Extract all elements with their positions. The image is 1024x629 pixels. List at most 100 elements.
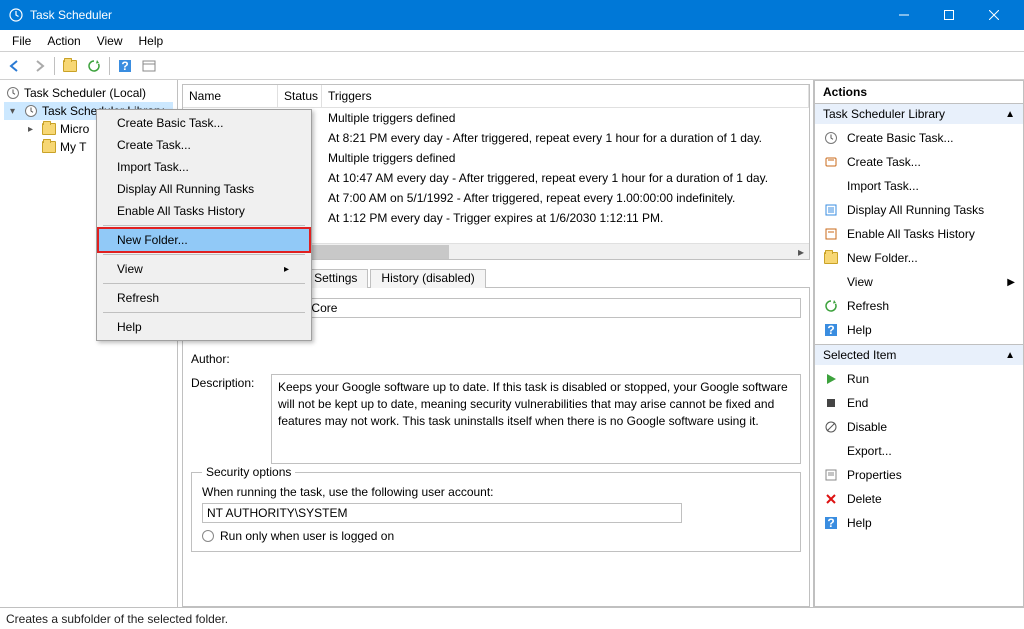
tree-root-label: Task Scheduler (Local) <box>24 86 146 100</box>
expand-icon[interactable]: ▸ <box>28 124 38 135</box>
properties-icon <box>823 467 839 483</box>
radio-icon <box>202 530 214 542</box>
cm-separator <box>103 225 305 226</box>
col-triggers[interactable]: Triggers <box>322 85 809 107</box>
radio-label: Run only when user is logged on <box>220 529 394 543</box>
action-create-task[interactable]: Create Task... <box>815 150 1023 174</box>
help-icon: ? <box>823 515 839 531</box>
action-delete[interactable]: Delete <box>815 487 1023 511</box>
action-end[interactable]: End <box>815 391 1023 415</box>
actions-section-library[interactable]: Task Scheduler Library ▲ <box>814 104 1024 124</box>
run-only-logged-on-radio[interactable]: Run only when user is logged on <box>202 529 790 543</box>
cm-view[interactable]: View▸ <box>99 258 309 280</box>
menu-help[interactable]: Help <box>131 32 172 50</box>
action-run[interactable]: Run <box>815 367 1023 391</box>
close-button[interactable] <box>971 0 1016 30</box>
refresh-icon <box>823 298 839 314</box>
action-import-task[interactable]: Import Task... <box>815 174 1023 198</box>
tree-root[interactable]: Task Scheduler (Local) <box>4 84 173 102</box>
menubar: File Action View Help <box>0 30 1024 52</box>
security-options: Security options When running the task, … <box>191 472 801 552</box>
action-refresh[interactable]: Refresh <box>815 294 1023 318</box>
stop-icon <box>823 395 839 411</box>
tab-settings[interactable]: Settings <box>303 269 368 288</box>
actions-list-library: Create Basic Task... Create Task... Impo… <box>814 124 1024 345</box>
action-help[interactable]: ?Help <box>815 318 1023 342</box>
toolbar-pane-icon[interactable] <box>138 55 160 77</box>
account-field: NT AUTHORITY\SYSTEM <box>202 503 682 523</box>
submenu-icon: ▸ <box>284 264 289 275</box>
svg-text:?: ? <box>827 323 834 337</box>
clock-icon <box>24 104 38 118</box>
expand-icon[interactable]: ▾ <box>10 106 20 117</box>
toolbar-separator <box>109 57 110 75</box>
play-icon <box>823 371 839 387</box>
action-create-basic-task[interactable]: Create Basic Task... <box>815 126 1023 150</box>
cm-separator <box>103 283 305 284</box>
security-options-legend: Security options <box>202 465 295 479</box>
help-icon: ? <box>823 322 839 338</box>
history-icon <box>823 226 839 242</box>
blank-icon <box>823 274 839 290</box>
toolbar: ? <box>0 52 1024 80</box>
cm-enable-history[interactable]: Enable All Tasks History <box>99 200 309 222</box>
clock-icon <box>6 86 20 100</box>
action-help[interactable]: ?Help <box>815 511 1023 535</box>
cm-create-basic-task[interactable]: Create Basic Task... <box>99 112 309 134</box>
action-enable-history[interactable]: Enable All Tasks History <box>815 222 1023 246</box>
location-value: \ <box>271 326 801 342</box>
cm-separator <box>103 312 305 313</box>
forward-button[interactable] <box>28 55 50 77</box>
action-export[interactable]: Export... <box>815 439 1023 463</box>
svg-text:?: ? <box>121 59 128 73</box>
statusbar-text: Creates a subfolder of the selected fold… <box>6 612 228 626</box>
col-status[interactable]: Status <box>278 85 322 107</box>
toolbar-separator <box>54 57 55 75</box>
actions-header: Actions <box>814 80 1024 104</box>
maximize-button[interactable] <box>926 0 971 30</box>
menu-file[interactable]: File <box>4 32 39 50</box>
security-line: When running the task, use the following… <box>202 485 790 499</box>
cm-refresh[interactable]: Refresh <box>99 287 309 309</box>
col-name[interactable]: Name <box>183 85 278 107</box>
submenu-icon: ▶ <box>1007 277 1015 288</box>
tree-child-label: Micro <box>60 122 89 136</box>
cm-display-running[interactable]: Display All Running Tasks <box>99 178 309 200</box>
cm-separator <box>103 254 305 255</box>
folder-icon <box>42 141 56 153</box>
tree-child-label: My T <box>60 140 86 154</box>
blank-icon <box>823 178 839 194</box>
cm-new-folder[interactable]: New Folder... <box>97 227 311 253</box>
tab-history[interactable]: History (disabled) <box>370 269 485 288</box>
menu-view[interactable]: View <box>89 32 131 50</box>
actions-list-selected: Run End Disable Export... Properties Del… <box>814 365 1024 607</box>
toolbar-help-icon[interactable]: ? <box>114 55 136 77</box>
actions-pane: Actions Task Scheduler Library ▲ Create … <box>814 80 1024 607</box>
task-icon <box>823 154 839 170</box>
action-disable[interactable]: Disable <box>815 415 1023 439</box>
toolbar-folder-icon[interactable] <box>59 55 81 77</box>
statusbar: Creates a subfolder of the selected fold… <box>0 607 1024 629</box>
folder-icon <box>823 250 839 266</box>
context-menu: Create Basic Task... Create Task... Impo… <box>96 109 312 341</box>
menu-action[interactable]: Action <box>39 32 88 50</box>
task-list-header: Name Status Triggers <box>183 85 809 108</box>
actions-section-selected[interactable]: Selected Item ▲ <box>814 345 1024 365</box>
author-label: Author: <box>191 350 271 366</box>
toolbar-refresh-icon[interactable] <box>83 55 105 77</box>
disable-icon <box>823 419 839 435</box>
minimize-button[interactable] <box>881 0 926 30</box>
cm-import-task[interactable]: Import Task... <box>99 156 309 178</box>
collapse-icon: ▲ <box>1005 350 1015 361</box>
description-text[interactable]: Keeps your Google software up to date. I… <box>271 374 801 464</box>
action-view[interactable]: View▶ <box>815 270 1023 294</box>
action-properties[interactable]: Properties <box>815 463 1023 487</box>
action-display-running[interactable]: Display All Running Tasks <box>815 198 1023 222</box>
folder-icon <box>42 123 56 135</box>
action-new-folder[interactable]: New Folder... <box>815 246 1023 270</box>
list-icon <box>823 202 839 218</box>
cm-create-task[interactable]: Create Task... <box>99 134 309 156</box>
back-button[interactable] <box>4 55 26 77</box>
cm-help[interactable]: Help <box>99 316 309 338</box>
titlebar: Task Scheduler <box>0 0 1024 30</box>
